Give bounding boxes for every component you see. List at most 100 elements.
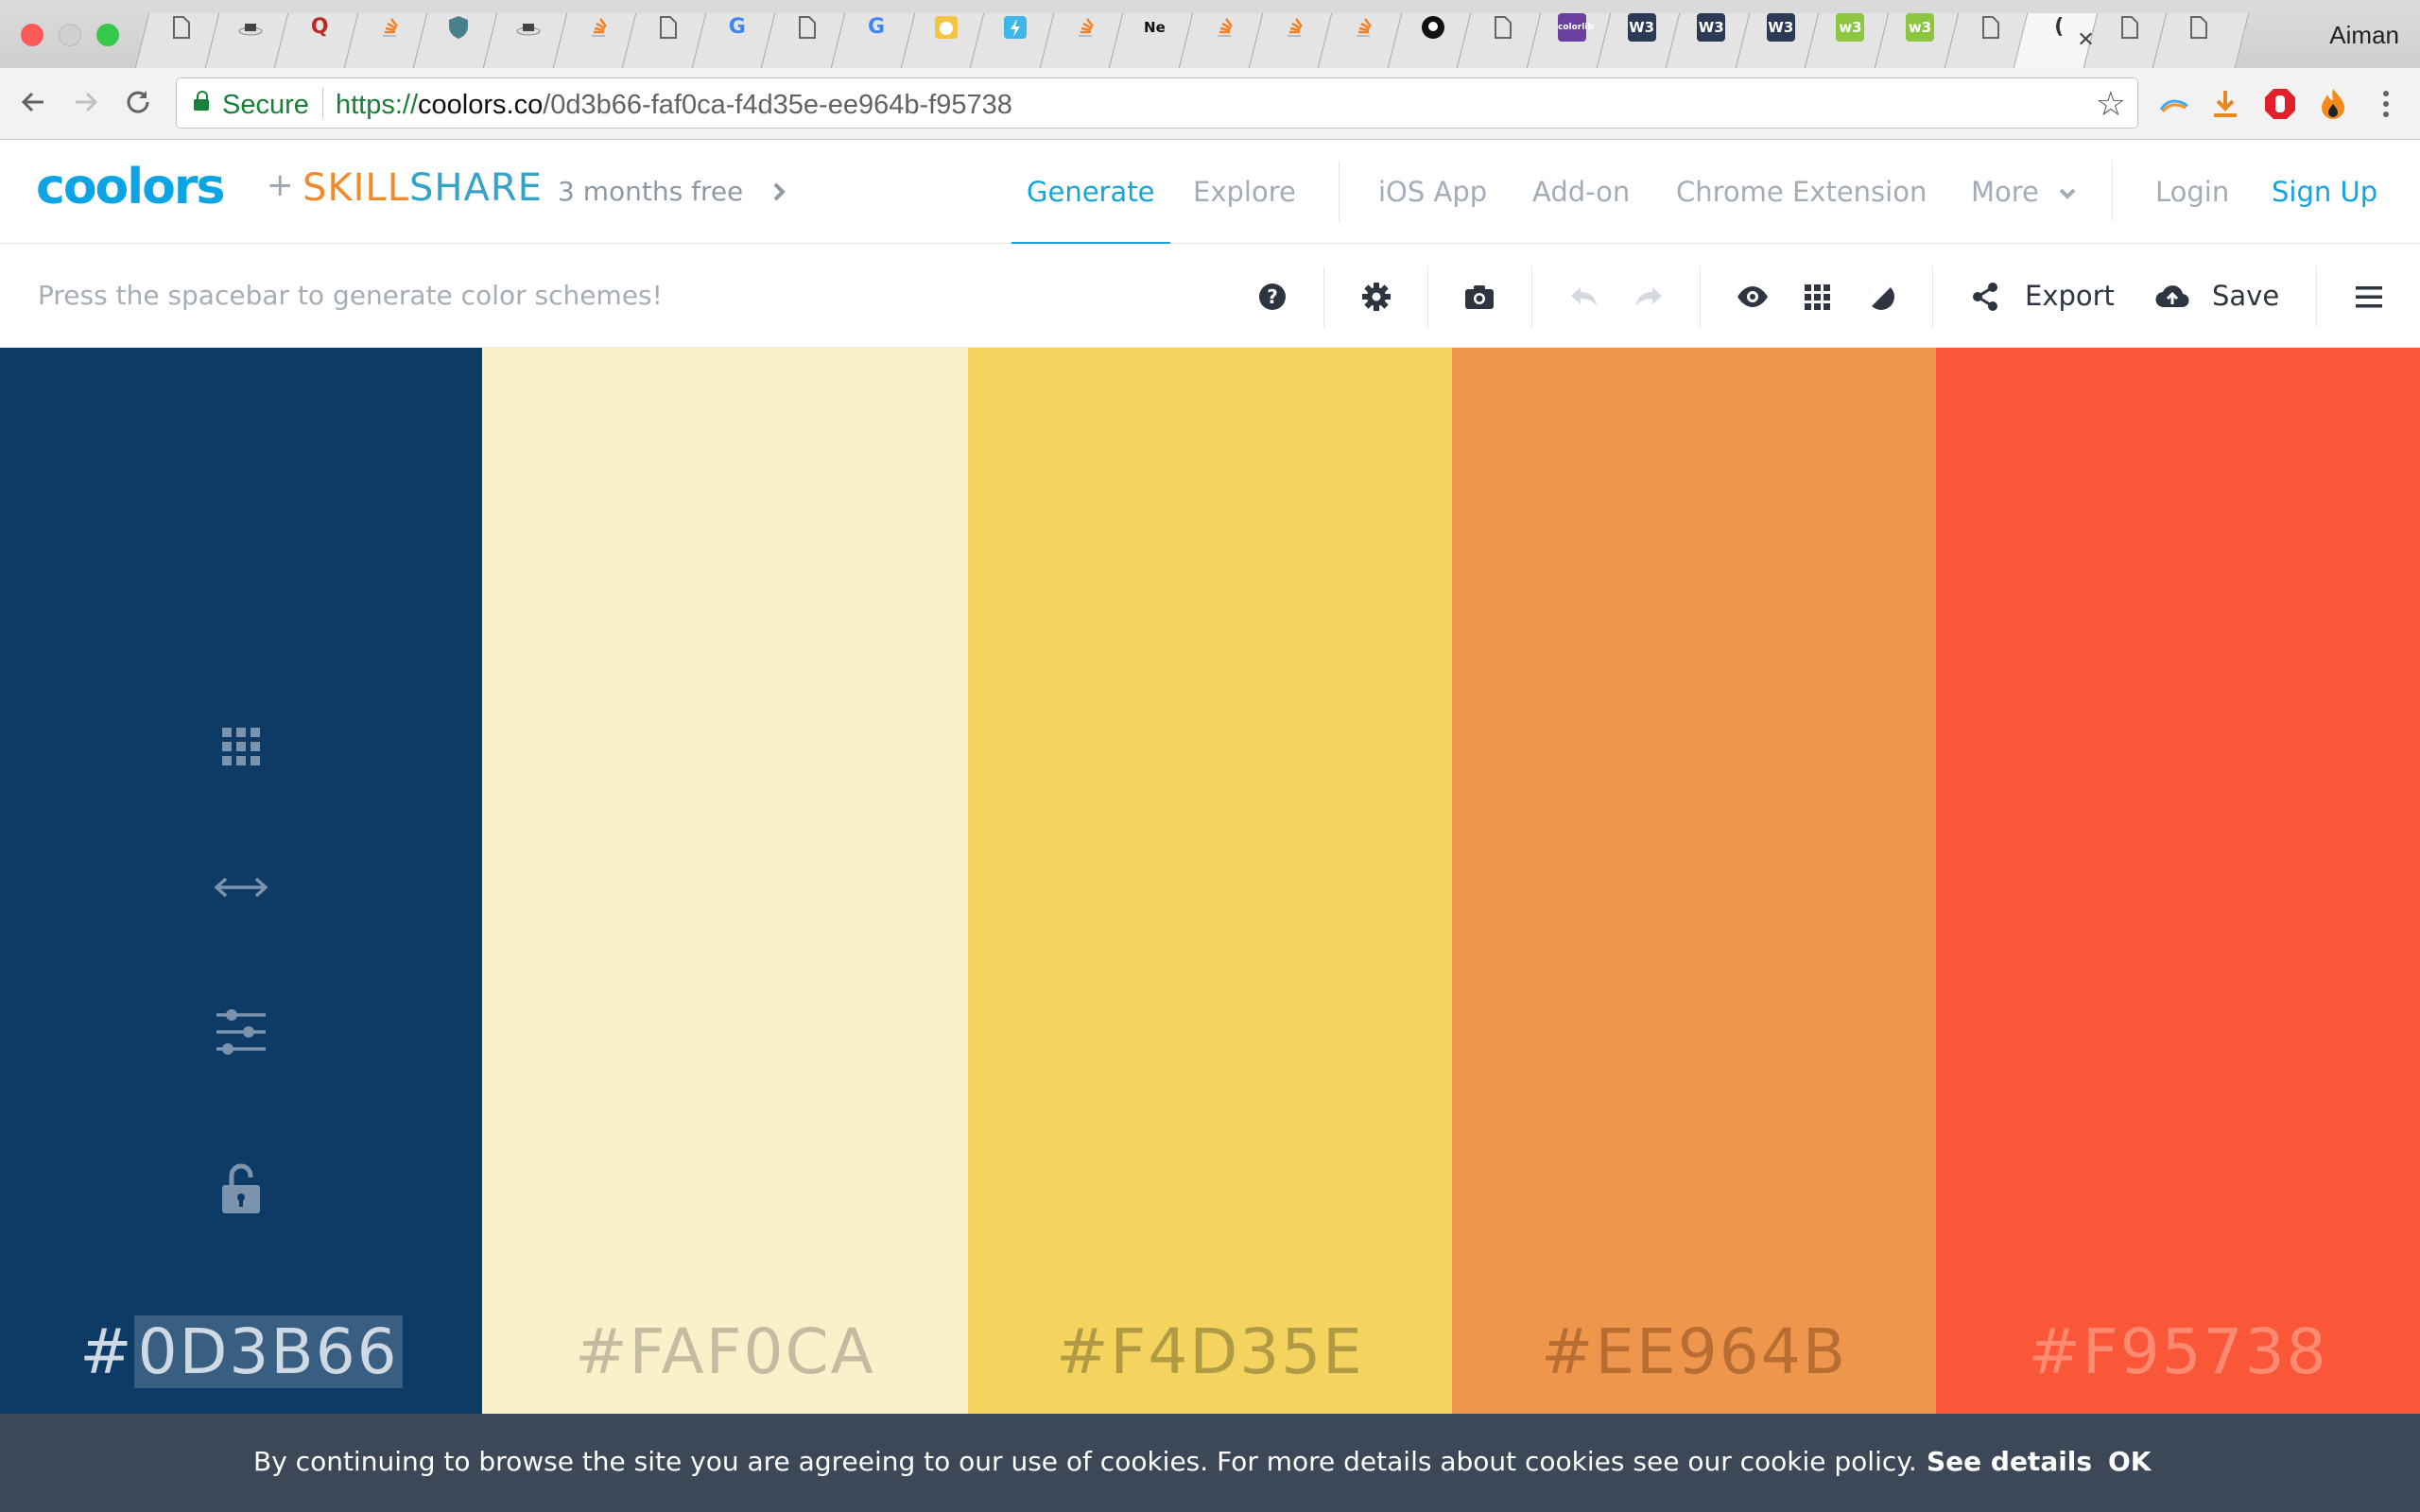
hex-code[interactable]: #F95738: [1936, 1315, 2420, 1388]
export-button[interactable]: Export: [2025, 280, 2115, 312]
w3-green-icon: w3: [1836, 13, 1865, 42]
contrast-icon[interactable]: [1862, 278, 1900, 316]
hex-value[interactable]: EE964B: [1595, 1315, 1847, 1388]
skillshare-logo[interactable]: SKILLSHARE: [302, 166, 543, 210]
extension-download-icon[interactable]: [2206, 85, 2244, 123]
nav-login[interactable]: Login: [2155, 176, 2229, 208]
hat-icon: [514, 13, 543, 42]
nav-sign-up[interactable]: Sign Up: [2272, 176, 2377, 208]
cookie-message: By continuing to browse the site you are…: [253, 1446, 1917, 1477]
camera-icon[interactable]: [1461, 278, 1498, 316]
nav-chrome-extension[interactable]: Chrome Extension: [1676, 176, 1927, 208]
back-button[interactable]: [15, 83, 53, 121]
swatch-2[interactable]: #FAF0CA: [482, 348, 968, 1414]
nav-divider: [1339, 161, 1340, 221]
google-icon: G: [728, 15, 746, 39]
profile-name[interactable]: Aiman: [2329, 21, 2399, 50]
hex-code[interactable]: #0D3B66: [0, 1315, 482, 1388]
drag-icon[interactable]: [213, 873, 269, 905]
hex-value[interactable]: FAF0CA: [630, 1315, 875, 1388]
hex-hash: #: [1541, 1315, 1596, 1388]
nav-generate[interactable]: Generate: [1027, 176, 1154, 208]
browser-toolbar: Secure https://coolors.co/0d3b66-faf0ca-…: [0, 68, 2420, 140]
hex-code[interactable]: #FAF0CA: [482, 1315, 968, 1388]
maximize-window-button[interactable]: [96, 24, 119, 46]
hex-hash: #: [2028, 1315, 2083, 1388]
colorlib-icon: colorlib: [1558, 13, 1594, 42]
extension-flame-icon[interactable]: [2314, 85, 2352, 123]
svg-text:?: ?: [1267, 285, 1278, 308]
stackoverflow-icon: [1349, 13, 1377, 42]
text-tab: Ne: [1144, 19, 1166, 36]
extension-rainbow-icon[interactable]: [2155, 85, 2193, 123]
redo-icon[interactable]: [1630, 278, 1668, 316]
w3-green-icon: w3: [1906, 13, 1934, 42]
google-icon: G: [867, 15, 886, 39]
browser-tab-strip: Aiman Q G G Ne colorlib W3 W3 W3 w3 w3 (✕: [0, 0, 2420, 68]
promo-link[interactable]: 3 months free: [558, 176, 743, 207]
hex-value[interactable]: F95738: [2083, 1315, 2328, 1388]
extension-adblock-icon[interactable]: [2261, 85, 2299, 123]
see-details-button[interactable]: See details: [1927, 1446, 2092, 1477]
swatch-3[interactable]: #F4D35E: [968, 348, 1452, 1414]
url-text[interactable]: https://coolors.co/0d3b66-faf0ca-f4d35e-…: [336, 90, 1012, 121]
hat-icon: [236, 13, 265, 42]
unlock-icon[interactable]: [220, 1162, 262, 1219]
bookmark-star-icon[interactable]: ☆: [2096, 84, 2126, 124]
cookie-ok-button[interactable]: OK: [2108, 1446, 2152, 1477]
swatch-5[interactable]: #F95738: [1936, 348, 2420, 1414]
generator-toolbar: Press the spacebar to generate color sch…: [0, 244, 2420, 348]
undo-icon[interactable]: [1565, 278, 1603, 316]
help-icon[interactable]: ?: [1253, 278, 1291, 316]
browser-menu-icon[interactable]: [2367, 85, 2405, 123]
shades-icon[interactable]: [220, 726, 262, 771]
forward-button[interactable]: [66, 83, 104, 121]
stackoverflow-icon: [1071, 13, 1099, 42]
swatch-1[interactable]: #0D3B66: [0, 348, 482, 1414]
toolbar-divider: [1323, 266, 1324, 327]
hex-code[interactable]: #EE964B: [1452, 1315, 1936, 1388]
adjust-icon[interactable]: [215, 1005, 268, 1062]
stackoverflow-icon: [375, 13, 404, 42]
minimize-window-button[interactable]: [59, 24, 81, 46]
close-tab-icon[interactable]: ✕: [2077, 28, 2094, 52]
shield-icon: [444, 13, 473, 42]
lock-icon: [194, 91, 209, 111]
chevron-down-icon[interactable]: [2057, 183, 2078, 208]
eye-icon[interactable]: [1734, 278, 1772, 316]
back-arrow-icon: [21, 92, 43, 112]
stackoverflow-icon: [1210, 13, 1238, 42]
bolt-icon: [1001, 13, 1029, 42]
hex-value[interactable]: F4D35E: [1110, 1315, 1363, 1388]
url-path: /0d3b66-faf0ca-f4d35e-ee964b-f95738: [543, 90, 1012, 120]
settings-icon[interactable]: [1357, 278, 1395, 316]
skillshare-logo-part-2: SHARE: [409, 166, 543, 210]
toolbar-divider: [2316, 266, 2317, 327]
nav-more[interactable]: More: [1971, 176, 2039, 208]
nav-ios-app[interactable]: iOS App: [1378, 176, 1487, 208]
cat-icon: [932, 13, 960, 42]
hex-code[interactable]: #F4D35E: [968, 1315, 1452, 1388]
omnibox-divider: [322, 88, 323, 118]
page-icon: [2184, 13, 2212, 42]
hex-value-selected[interactable]: 0D3B66: [133, 1315, 403, 1388]
menu-icon[interactable]: [2350, 278, 2388, 316]
swatch-4[interactable]: #EE964B: [1452, 348, 1936, 1414]
nav-add-on[interactable]: Add-on: [1532, 176, 1630, 208]
close-window-button[interactable]: [21, 24, 43, 46]
share-icon[interactable]: [1966, 278, 2004, 316]
coolors-logo[interactable]: coolors: [36, 159, 225, 215]
nav-explore[interactable]: Explore: [1193, 176, 1296, 208]
cloud-upload-icon[interactable]: [2153, 278, 2191, 316]
reload-button[interactable]: [119, 83, 157, 121]
page-icon: [1976, 13, 2004, 42]
save-button[interactable]: Save: [2212, 280, 2279, 312]
address-bar[interactable]: Secure https://coolors.co/0d3b66-faf0ca-…: [176, 77, 2138, 129]
grid-icon[interactable]: [1798, 278, 1836, 316]
page-icon: [1488, 13, 1516, 42]
secure-label: Secure: [222, 90, 309, 120]
w3-icon: W3: [1766, 13, 1795, 42]
url-host: coolors.co: [418, 90, 544, 120]
w3-icon: W3: [1627, 13, 1656, 42]
page-icon: [2115, 13, 2143, 42]
